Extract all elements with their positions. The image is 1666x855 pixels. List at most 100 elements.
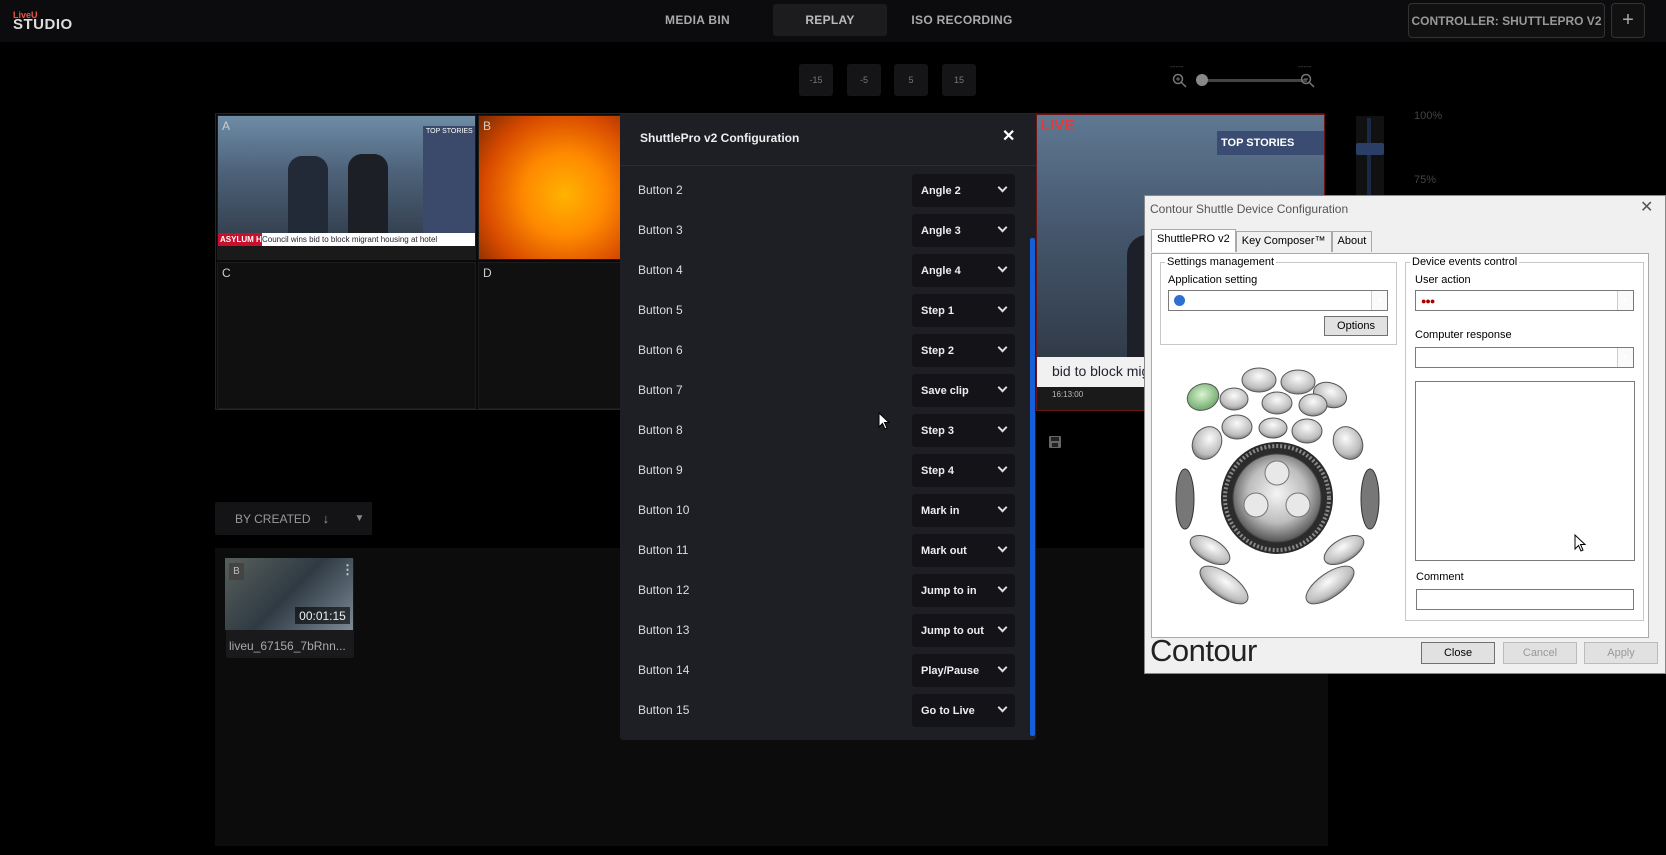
button-mapping-label: Button 9	[638, 463, 683, 477]
chevron-down-icon	[997, 182, 1008, 193]
tab-about[interactable]: About	[1331, 231, 1373, 252]
button-mapping-value: Angle 4	[921, 264, 961, 277]
button-mapping-row: Button 15 Go to Live	[620, 690, 1020, 730]
cancel-button[interactable]: Cancel	[1503, 642, 1577, 664]
response-select[interactable]: Do Nothing ▼	[1415, 347, 1634, 368]
button-mapping-value: Step 3	[921, 424, 955, 437]
button-mapping-row: Button 7 Save clip	[620, 370, 1020, 410]
button-mapping-row: Button 4 Angle 4	[620, 250, 1020, 290]
comment-field[interactable]	[1416, 589, 1634, 610]
tab-shuttlepro[interactable]: ShuttlePRO v2	[1151, 229, 1236, 252]
button-mapping-label: Button 14	[638, 663, 690, 677]
nav-replay[interactable]: REPLAY	[773, 4, 887, 36]
button-mapping-select[interactable]: Mark out	[912, 534, 1015, 567]
chevron-down-icon	[997, 382, 1008, 393]
button-mapping-select[interactable]: Angle 3	[912, 214, 1015, 247]
step-minus5-button[interactable]: -5	[847, 64, 881, 96]
button-mapping-label: Button 13	[638, 623, 690, 637]
mouse-cursor-icon	[1574, 534, 1586, 552]
add-button[interactable]: +	[1611, 3, 1645, 38]
button-mapping-value: Step 1	[921, 304, 955, 317]
sort-dropdown-button[interactable]: ▼	[347, 502, 372, 535]
button-mapping-value: Mark out	[921, 544, 967, 557]
close-button[interactable]: Close	[1421, 642, 1495, 664]
zoom-slider-handle[interactable]	[1196, 74, 1208, 86]
modal-scrollbar[interactable]	[1030, 238, 1035, 736]
dropdown-arrow-icon[interactable]: ▼	[1371, 291, 1387, 310]
controller-button[interactable]: CONTROLLER: SHUTTLEPRO V2	[1408, 3, 1605, 38]
button-mapping-select[interactable]: Angle 4	[912, 254, 1015, 287]
user-action-select[interactable]: ●●● Button 1 ▼	[1415, 290, 1634, 311]
dropdown-arrow-icon[interactable]: ▼	[1617, 348, 1633, 367]
button-mapping-select[interactable]: Mark in	[912, 494, 1015, 527]
save-icon[interactable]	[1048, 435, 1062, 449]
arrow-down-icon: ↓	[322, 511, 330, 526]
button-mapping-select[interactable]: Step 3	[912, 414, 1015, 447]
button-mapping-select[interactable]: Step 2	[912, 334, 1015, 367]
step-minus15-button[interactable]: -15	[799, 64, 833, 96]
tile-a-strap	[218, 246, 475, 259]
app-setting-value: Global Settings	[1190, 294, 1265, 307]
chevron-down-icon	[997, 422, 1008, 433]
nav-iso-recording[interactable]: ISO RECORDING	[905, 4, 1019, 36]
dropdown-arrow-icon[interactable]: ▼	[1617, 291, 1633, 310]
apply-button[interactable]: Apply	[1584, 642, 1658, 664]
tile-c-label: C	[222, 266, 231, 280]
button-mapping-select[interactable]: Jump to in	[912, 574, 1015, 607]
button-mapping-select[interactable]: Play/Pause	[912, 654, 1015, 687]
close-icon[interactable]: ✕	[1002, 126, 1015, 146]
tile-c[interactable]: C	[217, 262, 476, 409]
button-mapping-select[interactable]: Step 4	[912, 454, 1015, 487]
nav-media-bin[interactable]: MEDIA BIN	[641, 4, 754, 36]
tile-a[interactable]: TOP STORIES Council wins bid to block mi…	[217, 115, 476, 260]
zoom-slider[interactable]	[1199, 79, 1307, 82]
step-plus5-button[interactable]: 5	[894, 64, 928, 96]
button-mapping-select[interactable]: Jump to out	[912, 614, 1015, 647]
button-mapping-row: Button 2 Angle 2	[620, 170, 1020, 210]
app-logo: LiveU STUDIO	[13, 10, 73, 32]
button-mapping-label: Button 8	[638, 423, 683, 437]
contour-logo: Contour	[1150, 633, 1257, 668]
tile-b[interactable]: B	[478, 115, 623, 260]
response-value: Do Nothing	[1421, 351, 1477, 364]
chevron-down-icon	[997, 222, 1008, 233]
button-mapping-select[interactable]: Go to Live	[912, 694, 1015, 727]
button-mapping-value: Step 2	[921, 344, 955, 357]
button-mapping-value: Go to Live	[921, 704, 975, 717]
button-mapping-row: Button 5 Step 1	[620, 290, 1020, 330]
clip-name: liveu_67156_7bRnn...	[229, 639, 346, 653]
tile-d[interactable]: D	[478, 262, 623, 409]
button-mapping-select[interactable]: Save clip	[912, 374, 1015, 407]
top-stories-panel	[423, 126, 475, 236]
options-button[interactable]: Options	[1324, 316, 1388, 336]
volume-handle[interactable]	[1356, 143, 1384, 155]
button-mapping-row: Button 9 Step 4	[620, 450, 1020, 490]
tile-b-label: B	[483, 119, 492, 133]
globe-icon	[1174, 295, 1185, 306]
shuttlepro-device-image[interactable]	[1172, 365, 1387, 605]
button-mapping-row: Button 14 Play/Pause	[620, 650, 1020, 690]
zoom-in-icon[interactable]	[1172, 73, 1188, 89]
contour-window-title: Contour Shuttle Device Configuration	[1150, 202, 1349, 216]
button-mapping-select[interactable]: Angle 2	[912, 174, 1015, 207]
button-mapping-value: Mark in	[921, 504, 960, 517]
live-label: LIVE	[1041, 117, 1075, 134]
tab-key-composer[interactable]: Key Composer™	[1235, 231, 1332, 252]
chevron-down-icon	[997, 462, 1008, 473]
zoom-right-label: -----	[1298, 62, 1312, 71]
volume-label-100: 100%	[1414, 110, 1443, 122]
kebab-menu-icon[interactable]: ⋮	[341, 562, 354, 578]
button-mapping-row: Button 6 Step 2	[620, 330, 1020, 370]
response-label: Computer response	[1415, 329, 1512, 341]
chevron-down-icon	[997, 702, 1008, 713]
response-details-box[interactable]	[1415, 381, 1635, 561]
live-top-stories: TOP STORIES	[1217, 131, 1324, 155]
chevron-down-icon	[997, 262, 1008, 273]
volume-label-75: 75%	[1414, 174, 1437, 186]
zoom-out-icon[interactable]	[1300, 73, 1316, 89]
window-close-icon[interactable]: ✕	[1640, 197, 1653, 217]
button-mapping-select[interactable]: Step 1	[912, 294, 1015, 327]
button-mapping-row: Button 10 Mark in	[620, 490, 1020, 530]
app-setting-select[interactable]: Global Settings ▼	[1168, 290, 1388, 311]
step-plus15-button[interactable]: 15	[942, 64, 976, 96]
